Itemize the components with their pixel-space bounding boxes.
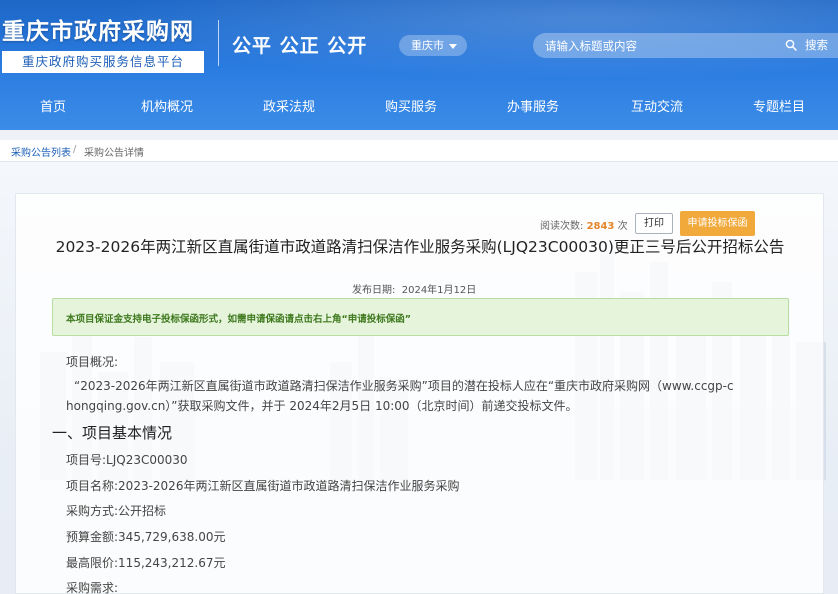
publish-date: 发布日期: 2024年1月12日 <box>352 281 476 296</box>
overview-line-1: “2023-2026年两江新区直属街道市政道路清扫保洁作业服务采购”项目的潜在投… <box>74 379 734 393</box>
breadcrumb: 采购公告列表 / 采购公告详情 <box>0 140 838 162</box>
field-procurement-method: 采购方式:公开招标 <box>66 502 166 519</box>
view-count-value: 2843 <box>586 221 615 232</box>
view-count-unit: 次 <box>617 221 628 232</box>
region-label: 重庆市 <box>411 39 444 52</box>
apply-bid-guarantee-button[interactable]: 申请投标保函 <box>680 211 755 236</box>
field-value: 115,243,212.67元 <box>118 556 226 570</box>
caret-down-icon <box>449 43 457 49</box>
search-icon[interactable] <box>785 39 797 51</box>
nav-item-regulations[interactable]: 政采法规 <box>263 92 315 124</box>
field-value: LJQ23C00030 <box>106 453 188 467</box>
guarantee-notice-text: 本项目保证金支持电子投标保函形式，如需申请保函请点击右上角“申请投标保函” <box>66 314 411 325</box>
site-logo-subtitle[interactable]: 重庆政府购买服务信息平台 <box>2 51 204 73</box>
header-divider <box>218 20 219 66</box>
site-slogan: 公平 公正 公开 <box>232 35 368 57</box>
field-label: 采购需求: <box>66 581 119 594</box>
field-procurement-requirements: 采购需求: <box>66 579 118 594</box>
nav-item-office-services[interactable]: 办事服务 <box>507 92 559 124</box>
view-count-label: 阅读次数: <box>540 221 584 232</box>
overview-label: 项目概况: <box>66 355 119 369</box>
guarantee-notice: 本项目保证金支持电子投标保函形式，如需申请保函请点击右上角“申请投标保函” <box>52 298 789 336</box>
site-logo-title[interactable]: 重庆市政府采购网 <box>2 12 194 46</box>
field-value: 公开招标 <box>118 504 167 518</box>
section-heading-basic-info: 一、项目基本情况 <box>52 424 173 442</box>
print-button[interactable]: 打印 <box>635 213 673 234</box>
field-label: 最高限价: <box>66 556 119 570</box>
nav-item-purchase-services[interactable]: 购买服务 <box>385 92 437 124</box>
breadcrumb-link-notice-list[interactable]: 采购公告列表 <box>11 144 71 159</box>
field-value: 2023-2026年两江新区直属街道市政道路清扫保洁作业服务采购 <box>118 479 460 493</box>
field-max-price: 最高限价:115,243,212.67元 <box>66 554 225 571</box>
publish-date-label: 发布日期: <box>352 285 396 296</box>
nav-item-interaction[interactable]: 互动交流 <box>631 92 683 124</box>
view-count: 阅读次数: 2843 次 <box>540 217 628 232</box>
search-input[interactable] <box>545 36 775 55</box>
site-header: 重庆市政府采购网 重庆政府购买服务信息平台 公平 公正 公开 重庆市 搜索 首页… <box>0 0 838 130</box>
field-value: 345,729,638.00元 <box>118 530 226 544</box>
field-project-number: 项目号:LJQ23C00030 <box>66 451 188 468</box>
breadcrumb-current: 采购公告详情 <box>84 148 144 159</box>
search-button[interactable]: 搜索 <box>805 37 828 53</box>
overview-line-2: hongqing.gov.cn）”获取采购文件，并于 2024年2月5日 10:… <box>66 399 578 413</box>
region-selector[interactable]: 重庆市 <box>399 35 467 56</box>
field-project-name: 项目名称:2023-2026年两江新区直属街道市政道路清扫保洁作业服务采购 <box>66 477 459 494</box>
field-label: 项目号: <box>66 453 107 467</box>
nav-item-topics[interactable]: 专题栏目 <box>753 92 805 124</box>
nav-item-organization[interactable]: 机构概况 <box>141 92 193 124</box>
main-nav: 首页 机构概况 政采法规 购买服务 办事服务 互动交流 专题栏目 <box>0 92 838 124</box>
nav-item-home[interactable]: 首页 <box>40 92 66 124</box>
breadcrumb-separator: / <box>73 144 77 155</box>
field-label: 采购方式: <box>66 504 119 518</box>
field-label: 项目名称: <box>66 479 119 493</box>
article-title: 2023-2026年两江新区直属街道市政道路清扫保洁作业服务采购(LJQ23C0… <box>55 238 785 256</box>
field-budget-amount: 预算金额:345,729,638.00元 <box>66 528 225 545</box>
publish-date-value: 2024年1月12日 <box>401 285 477 296</box>
field-label: 预算金额: <box>66 530 119 544</box>
